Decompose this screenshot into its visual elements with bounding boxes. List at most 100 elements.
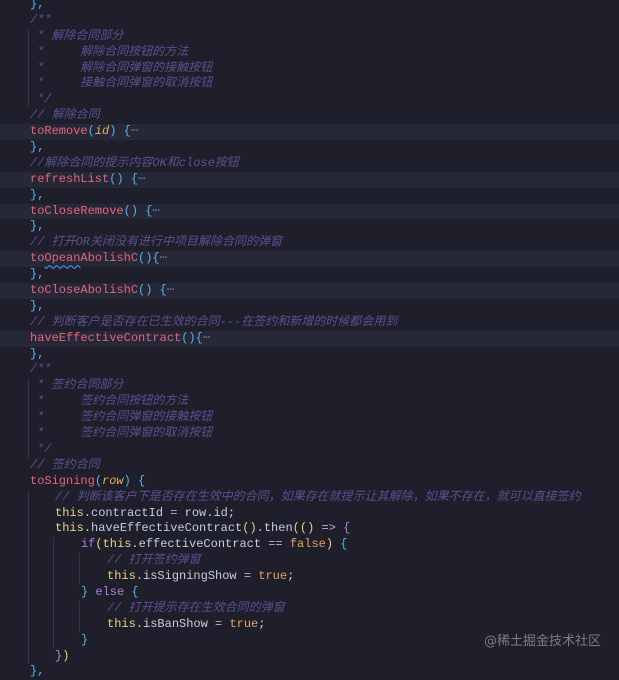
indent-guide [28,410,29,427]
indent-guide [28,553,29,570]
indent-guide [28,521,29,538]
code-line[interactable]: * 解除合同部分 [0,28,619,45]
code-editor[interactable]: },/** * 解除合同部分 * 解除合同按钮的方法 * 解除合同弹窗的接触按钮 * 接… [0,0,619,680]
code-line[interactable]: // 解除合同 [0,108,619,124]
indent-guide [53,569,54,585]
code-token: this [107,616,136,631]
folded-ellipsis-icon[interactable]: ⋯ [152,204,159,218]
indent-guide [79,553,80,570]
code-token: }, [30,0,45,11]
code-token: ( [94,473,103,488]
code-token: } [81,632,89,647]
code-line[interactable]: } else { [0,584,619,601]
code-line[interactable]: this.haveEffectiveContract().then(() => … [0,521,619,538]
code-line[interactable]: /** [0,13,619,29]
code-token: .effectiveContract [131,537,269,552]
folded-ellipsis-icon[interactable]: ⋯ [160,251,167,265]
code-token: id [94,124,110,139]
indent-guide [28,60,29,77]
indent-guide [28,632,29,649]
code-line[interactable]: haveEffectiveContract(){⋯ [0,330,619,347]
code-token: haveEffectiveContract [30,330,182,345]
code-line[interactable]: refreshList() {⋯ [0,171,619,188]
code-token: () [123,203,139,218]
code-line[interactable]: // 判断客户是否存在已生效的合同---在签约和新增的时候都会用到 [0,315,619,331]
code-line[interactable]: }, [0,219,619,235]
code-line[interactable]: * 接触合同弹窗的取消按钮 [0,76,619,93]
code-line[interactable]: */ [0,441,619,458]
code-line[interactable]: toSigning(row) { [0,474,619,490]
code-line[interactable]: // 判断该客户下是否存在生效中的合同，如果存在就提示让其解除，如果不存在，就可… [0,489,619,506]
indent-guide [28,600,29,617]
code-line[interactable]: // 签约合同 [0,458,619,474]
code-token: toSigning [30,473,95,488]
code-token: * 解除合同部分 [37,28,124,43]
code-line[interactable]: toRemove(id) {⋯ [0,124,619,141]
folded-ellipsis-icon[interactable]: ⋯ [131,124,138,138]
code-token: true [229,616,259,631]
code-token: => [321,521,336,536]
indent-guide [28,569,29,585]
code-line[interactable]: }) [0,648,619,665]
code-token: to [30,251,45,266]
code-token: .contractId [83,505,171,520]
code-token: { [335,521,351,536]
indent-guide [28,489,29,506]
code-token: * 签约合同按钮的方法 [37,394,189,409]
code-line[interactable]: this.isSigningShow = true; [0,569,619,585]
code-token: .isSigningShow [135,569,244,584]
code-line[interactable]: }, [0,0,619,13]
code-line[interactable]: * 签约合同弹窗的取消按钮 [0,426,619,442]
code-token: { [123,124,131,139]
code-line[interactable]: * 解除合同弹窗的接触按钮 [0,60,619,77]
indent-guide [28,441,29,458]
folded-ellipsis-icon[interactable]: ⋯ [167,283,174,297]
code-line[interactable]: toOpeanAbolishC(){⋯ [0,251,619,268]
code-line[interactable]: //解除合同的提示内容OK和close按钮 [0,156,619,172]
code-line[interactable]: * 签约合同部分 [0,378,619,395]
code-token: ) [325,537,334,552]
code-token: //解除合同的提示内容OK和close按钮 [30,155,239,170]
code-line[interactable]: }, [0,188,619,204]
code-line[interactable]: * 签约合同弹窗的接触按钮 [0,410,619,427]
code-line[interactable]: this.contractId = row.id; [0,505,619,522]
code-token: this [55,505,84,520]
code-line[interactable]: */ [0,92,619,109]
code-token: }, [30,140,45,155]
folded-ellipsis-icon[interactable]: ⋯ [203,331,210,345]
folded-ellipsis-icon[interactable]: ⋯ [138,172,145,186]
indent-guide [53,584,54,601]
code-line[interactable]: }, [0,299,619,315]
code-token: true [258,569,288,584]
indent-guide [28,378,29,395]
code-line[interactable]: toCloseRemove() {⋯ [0,203,619,220]
indent-guide [28,584,29,601]
code-line[interactable]: }, [0,347,619,363]
code-line[interactable]: // 打开签约弹窗 [0,553,619,570]
code-line[interactable]: toCloseAbolishC() {⋯ [0,283,619,299]
code-token: }, [30,219,45,234]
code-line[interactable]: * 解除合同按钮的方法 [0,44,619,61]
indent-guide [28,505,29,522]
code-line[interactable]: // 打开提示存在生效合同的弹窗 [0,600,619,617]
code-token: // 打开OR关闭没有进行中项目解除合同的弹窗 [30,235,283,250]
indent-guide [53,600,54,617]
code-line[interactable]: /** [0,362,619,378]
code-token: () [138,283,153,298]
code-token: }, [30,298,45,313]
indent-guide [53,537,54,554]
code-line[interactable]: }, [0,267,619,283]
code-line[interactable]: // 打开OR关闭没有进行中项目解除合同的弹窗 [0,235,619,251]
code-token: ) [62,648,70,663]
code-token: if [81,537,96,552]
code-token: ( [95,537,103,552]
code-token: toCloseRemove [30,203,124,218]
code-token: () [242,521,257,536]
code-token: // 解除合同 [30,108,100,123]
code-line[interactable]: }, [0,140,619,156]
code-line[interactable]: * 签约合同按钮的方法 [0,394,619,411]
code-line[interactable]: if(this.effectiveContract == false) { [0,537,619,554]
code-token: * 接触合同弹窗的取消按钮 [37,76,213,91]
